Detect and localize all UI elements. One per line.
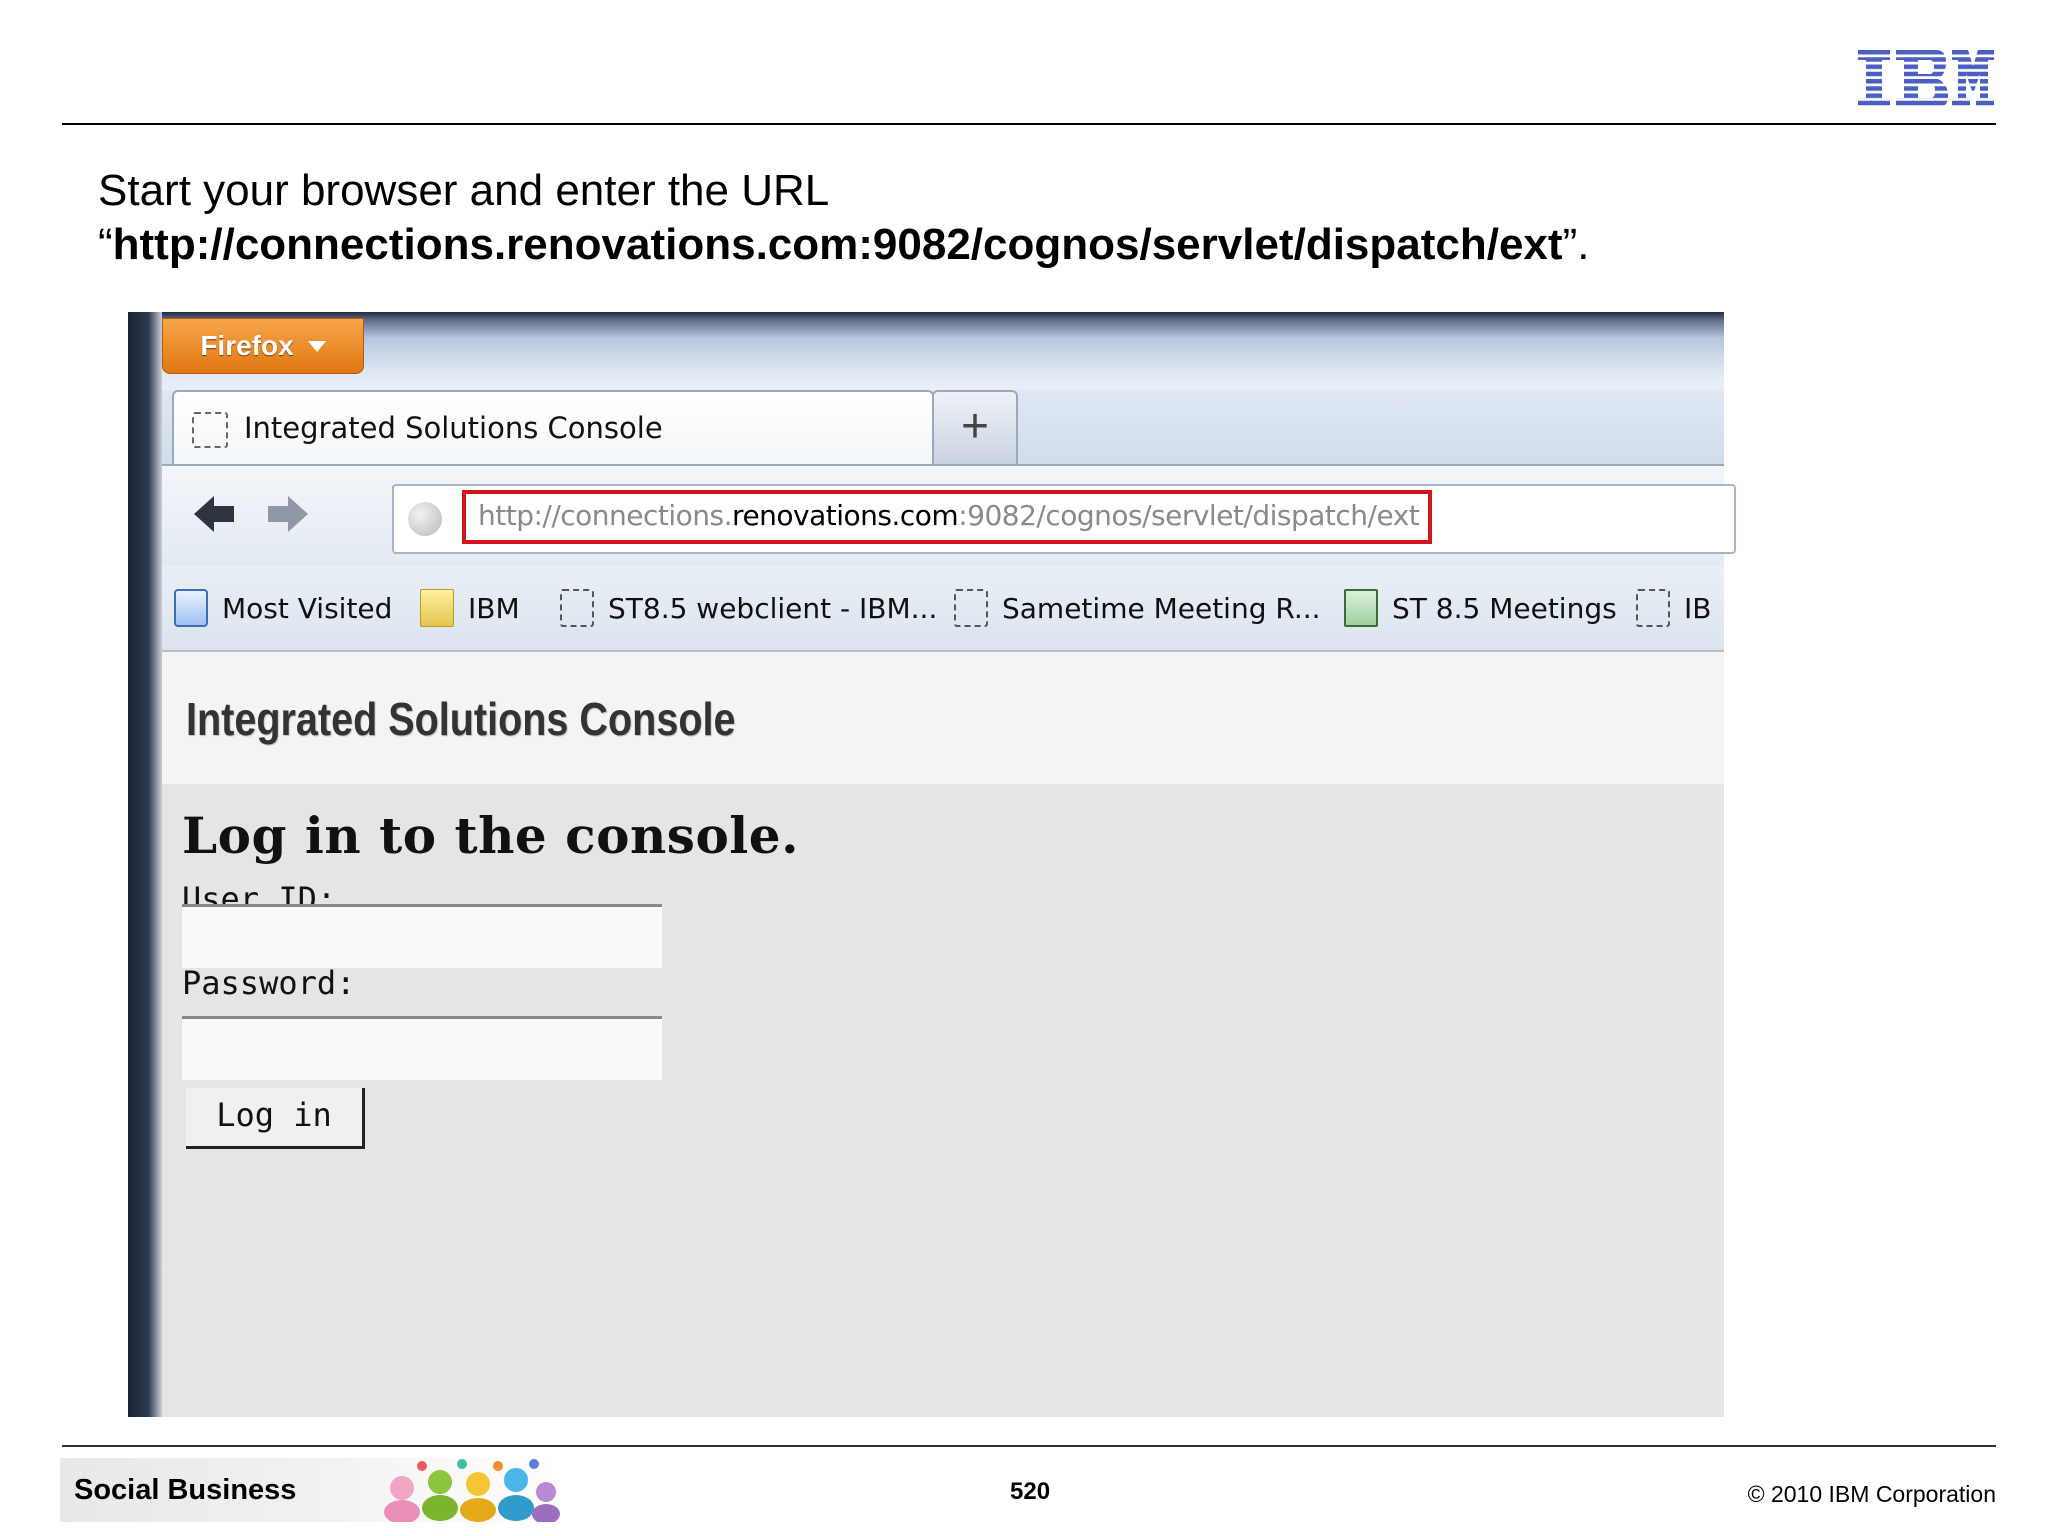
brand-label: Social Business bbox=[74, 1474, 297, 1506]
bookmark-ibm[interactable]: IBM bbox=[420, 586, 520, 630]
bookmark-sametime-meeting[interactable]: Sametime Meeting R... bbox=[954, 586, 1321, 630]
instruction-text: Start your browser and enter the URL “ht… bbox=[98, 164, 1898, 272]
chevron-down-icon bbox=[307, 340, 326, 352]
login-panel: Log in to the console. User ID: Password… bbox=[162, 784, 1724, 1417]
globe-icon bbox=[408, 502, 442, 536]
console-title: Integrated Solutions Console bbox=[186, 693, 736, 745]
ibm-logo bbox=[1858, 50, 1994, 108]
url-prefix: http://connections. bbox=[478, 499, 733, 532]
bookmark-label: ST8.5 webclient - IBM... bbox=[608, 591, 938, 625]
url-host: renovations.com bbox=[732, 499, 959, 532]
quote-close: ”. bbox=[1562, 220, 1590, 269]
header-rule bbox=[62, 123, 1996, 125]
bookmark-ib[interactable]: IB bbox=[1636, 586, 1711, 630]
password-input[interactable] bbox=[182, 1016, 662, 1080]
firefox-menu-button[interactable]: Firefox bbox=[162, 318, 364, 374]
search-icon bbox=[174, 589, 208, 627]
people-illustration-icon bbox=[384, 1459, 560, 1522]
instruction-line1: Start your browser and enter the URL bbox=[98, 166, 830, 215]
bookmark-label: ST 8.5 Meetings bbox=[1392, 591, 1617, 625]
url-bar[interactable]: http://connections.renovations.com:9082/… bbox=[392, 484, 1736, 554]
new-tab-button[interactable]: + bbox=[932, 390, 1018, 468]
url-suffix: :9082/cognos/servlet/dispatch/ext bbox=[958, 499, 1420, 532]
bookmark-label: Sametime Meeting R... bbox=[1002, 591, 1321, 625]
page-icon bbox=[1636, 589, 1670, 627]
instruction-url: http://connections.renovations.com:9082/… bbox=[112, 220, 1563, 269]
bookmark-label: IBM bbox=[468, 591, 520, 625]
bookmark-st85-webclient[interactable]: ST8.5 webclient - IBM... bbox=[560, 586, 937, 630]
page-favicon-icon bbox=[192, 412, 228, 448]
login-heading: Log in to the console. bbox=[182, 806, 800, 865]
forward-arrow-icon[interactable] bbox=[264, 490, 312, 538]
user-id-input[interactable] bbox=[182, 904, 662, 968]
navigation-toolbar: http://connections.renovations.com:9082/… bbox=[162, 464, 1736, 566]
page-icon bbox=[954, 589, 988, 627]
firefox-menu-label: Firefox bbox=[200, 330, 294, 361]
console-header: Integrated Solutions Console bbox=[162, 652, 1724, 784]
browser-titlebar bbox=[128, 312, 1724, 390]
url-text[interactable]: http://connections.renovations.com:9082/… bbox=[478, 499, 1420, 532]
quote-open: “ bbox=[98, 220, 113, 269]
bookmark-label: IB bbox=[1684, 591, 1712, 625]
tab-title: Integrated Solutions Console bbox=[244, 411, 663, 445]
instruction-line2: “http://connections.renovations.com:9082… bbox=[98, 218, 1898, 272]
copyright-text: © 2010 IBM Corporation bbox=[1747, 1481, 1996, 1507]
folder-icon bbox=[420, 589, 454, 627]
page-number: 520 bbox=[1010, 1478, 1051, 1505]
bookmark-st85-meetings[interactable]: ST 8.5 Meetings bbox=[1344, 586, 1617, 630]
social-business-banner: Social Business bbox=[60, 1458, 560, 1522]
bookmarks-toolbar: Most Visited IBM ST8.5 webclient - IBM..… bbox=[162, 566, 1724, 652]
footer-rule bbox=[62, 1445, 1996, 1447]
bookmark-most-visited[interactable]: Most Visited bbox=[174, 586, 392, 630]
tab-integrated-solutions-console[interactable]: Integrated Solutions Console bbox=[172, 390, 934, 470]
bookmark-label: Most Visited bbox=[222, 591, 393, 625]
window-edge bbox=[128, 312, 162, 1417]
back-arrow-icon[interactable] bbox=[190, 490, 238, 538]
presentation-board-icon bbox=[1344, 589, 1378, 627]
page-icon bbox=[560, 589, 594, 627]
login-button[interactable]: Log in bbox=[186, 1088, 365, 1149]
password-label: Password: bbox=[182, 964, 356, 1002]
